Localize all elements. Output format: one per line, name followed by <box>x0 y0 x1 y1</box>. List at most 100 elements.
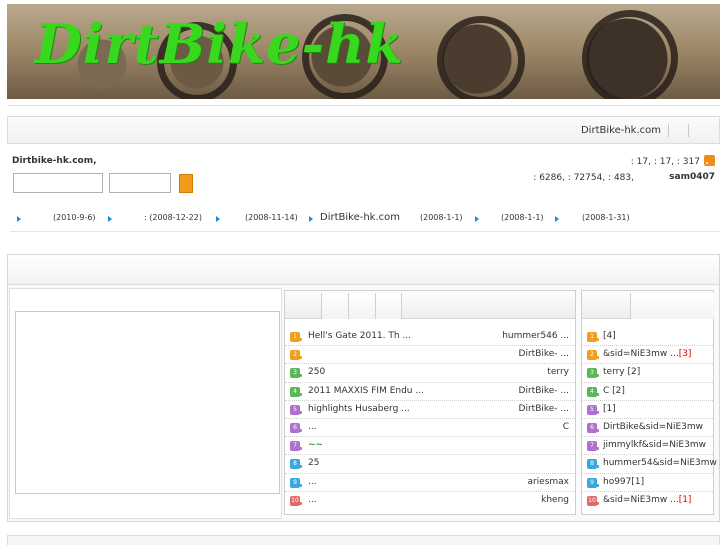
poster-name[interactable]: hummer54&sid=NiE3mw <box>603 458 717 468</box>
poster-row[interactable]: 3 terry [2] <box>582 364 713 383</box>
rank-icon: 4 <box>587 386 599 397</box>
thread-author[interactable]: DirtBike- ... <box>519 349 569 359</box>
poster-name[interactable]: &sid=NiE3mw ...[3] <box>603 349 691 359</box>
rank-icon: 5 <box>290 404 302 415</box>
poster-name[interactable]: [4] <box>603 331 616 341</box>
announcement-item[interactable]: (2008-1-1) <box>501 213 544 222</box>
poster-name[interactable]: ho997[1] <box>603 477 644 487</box>
rank-icon: 6 <box>290 422 302 433</box>
rank-icon: 8 <box>587 459 599 470</box>
arrow-icon <box>216 216 220 222</box>
poster-name[interactable]: &sid=NiE3mw ...[1] <box>603 495 691 505</box>
rank-icon: 7 <box>290 441 302 452</box>
nav-separator <box>688 124 689 137</box>
header-divider <box>7 105 720 106</box>
top-posters-box: 1 [4] 2 &sid=NiE3mw ...[3] 3 terry [2] 4 C [2… <box>581 290 717 515</box>
rank-icon: 2 <box>587 350 599 361</box>
arrow-icon <box>17 216 21 222</box>
thread-author[interactable]: C <box>563 422 569 432</box>
arrow-icon <box>108 216 112 222</box>
tab-hot[interactable] <box>321 293 348 319</box>
poster-row[interactable]: 5 [1] <box>582 401 713 419</box>
announcement-item[interactable]: (2008-11-14) <box>245 213 298 222</box>
thread-row[interactable]: 6 ... C <box>285 419 575 438</box>
announcement-item[interactable]: (2010-9-6) <box>53 213 96 222</box>
arrow-icon <box>309 216 313 222</box>
poster-name-text: &sid=NiE3mw ... <box>603 349 679 360</box>
thread-title[interactable]: 250 <box>308 367 325 377</box>
thread-title[interactable]: ~~ <box>308 440 323 450</box>
poster-row[interactable]: 9 ho997[1] <box>582 474 713 492</box>
poster-row[interactable]: 2 &sid=NiE3mw ...[3] <box>582 346 713 365</box>
thread-title[interactable]: ... <box>308 477 317 487</box>
thread-author[interactable]: DirtBike- ... <box>519 404 569 414</box>
thread-author[interactable]: kheng <box>541 495 569 505</box>
username-input[interactable] <box>13 173 103 193</box>
poster-row[interactable]: 6 DirtBike&sid=NiE3mw <box>582 419 713 438</box>
poster-name[interactable]: [1] <box>603 404 616 414</box>
forum-stats: : 6286, : 72754, : 483, <box>533 173 634 183</box>
thread-title[interactable]: Hell's Gate 2011. Th ... <box>308 331 411 341</box>
poster-name[interactable]: C [2] <box>603 386 625 396</box>
thread-title[interactable]: 2011 MAXXIS FIM Endu ... <box>308 386 424 396</box>
tab-posters[interactable] <box>630 293 714 319</box>
password-input[interactable] <box>109 173 171 193</box>
hot-threads-tabs <box>285 291 575 319</box>
thread-row[interactable]: 8 25 <box>285 455 575 474</box>
thread-row[interactable]: 1 Hell's Gate 2011. Th ... hummer546 ... <box>285 328 575 347</box>
arrow-icon <box>555 216 559 222</box>
rank-icon: 3 <box>587 368 599 379</box>
announcement-item[interactable]: : (2008-12-22) <box>144 213 202 222</box>
thread-title[interactable]: 25 <box>308 458 319 468</box>
poster-name[interactable]: terry [2] <box>603 367 640 377</box>
top-posters-tabs <box>582 291 714 319</box>
thread-author[interactable]: terry <box>547 367 569 377</box>
hot-threads-box: 1 Hell's Gate 2011. Th ... hummer546 ... 2 D… <box>284 290 576 515</box>
rank-icon: 8 <box>290 459 302 470</box>
announcement-item[interactable]: (2008-1-31) <box>582 213 630 222</box>
poster-row[interactable]: 4 C [2] <box>582 383 713 401</box>
poster-row[interactable]: 7 jimmylkf&sid=NiE3mw <box>582 437 713 456</box>
tab-new[interactable] <box>348 293 375 319</box>
rank-icon: 5 <box>587 404 599 415</box>
thread-author[interactable]: hummer546 ... <box>502 331 569 341</box>
site-logo: DirtBike-hk <box>35 12 404 76</box>
rank-icon: 2 <box>290 350 302 361</box>
poster-row[interactable]: 1 [4] <box>582 328 713 347</box>
wheel-graphic <box>437 16 525 99</box>
poster-name-text: ho997[1] <box>603 476 645 487</box>
poster-row[interactable]: 10 &sid=NiE3mw ...[1] <box>582 492 713 510</box>
tab-replies[interactable] <box>375 293 401 319</box>
thread-title[interactable]: highlights Husaberg ... <box>308 404 410 414</box>
poster-row[interactable]: 8 hummer54&sid=NiE3mw <box>582 455 717 474</box>
newest-member-link[interactable]: sam0407 <box>669 172 715 182</box>
site-banner[interactable]: DirtBike-hk <box>7 4 720 99</box>
thread-author[interactable]: DirtBike- ... <box>519 386 569 396</box>
panel-header <box>8 255 719 285</box>
thread-row[interactable]: 3 250 terry <box>285 364 575 383</box>
top-navbar: DirtBike-hk.com <box>7 116 720 144</box>
rank-icon: 6 <box>587 422 599 433</box>
rank-icon: 4 <box>290 386 302 397</box>
thread-row[interactable]: 4 2011 MAXXIS FIM Endu ... DirtBike- ... <box>285 383 575 401</box>
footer-bar <box>7 535 720 545</box>
poster-name[interactable]: jimmylkf&sid=NiE3mw <box>603 440 706 450</box>
tab-spacer <box>401 293 576 319</box>
rank-icon: 10 <box>290 495 302 506</box>
thread-row[interactable]: 9 ... ariesmax <box>285 474 575 492</box>
thread-row[interactable]: 2 DirtBike- ... <box>285 346 575 365</box>
thread-row[interactable]: 7 ~~ <box>285 437 575 456</box>
thread-row[interactable]: 10 ... kheng <box>285 492 575 510</box>
thread-row[interactable]: 5 highlights Husaberg ... DirtBike- ... <box>285 401 575 419</box>
thread-author[interactable]: ariesmax <box>527 477 569 487</box>
thread-title[interactable]: ... <box>308 495 317 505</box>
login-button[interactable] <box>179 174 193 193</box>
rss-icon[interactable] <box>704 155 715 166</box>
site-home-link[interactable]: DirtBike-hk.com <box>581 125 661 136</box>
announcement-bar: (2010-9-6) : (2008-12-22) (2008-11-14) D… <box>10 206 720 232</box>
thread-title[interactable]: ... <box>308 422 317 432</box>
announcement-item[interactable]: DirtBike-hk.com <box>320 212 400 223</box>
announcement-item[interactable]: (2008-1-1) <box>420 213 463 222</box>
featured-image-box[interactable] <box>15 311 280 494</box>
poster-name[interactable]: DirtBike&sid=NiE3mw <box>603 422 703 432</box>
